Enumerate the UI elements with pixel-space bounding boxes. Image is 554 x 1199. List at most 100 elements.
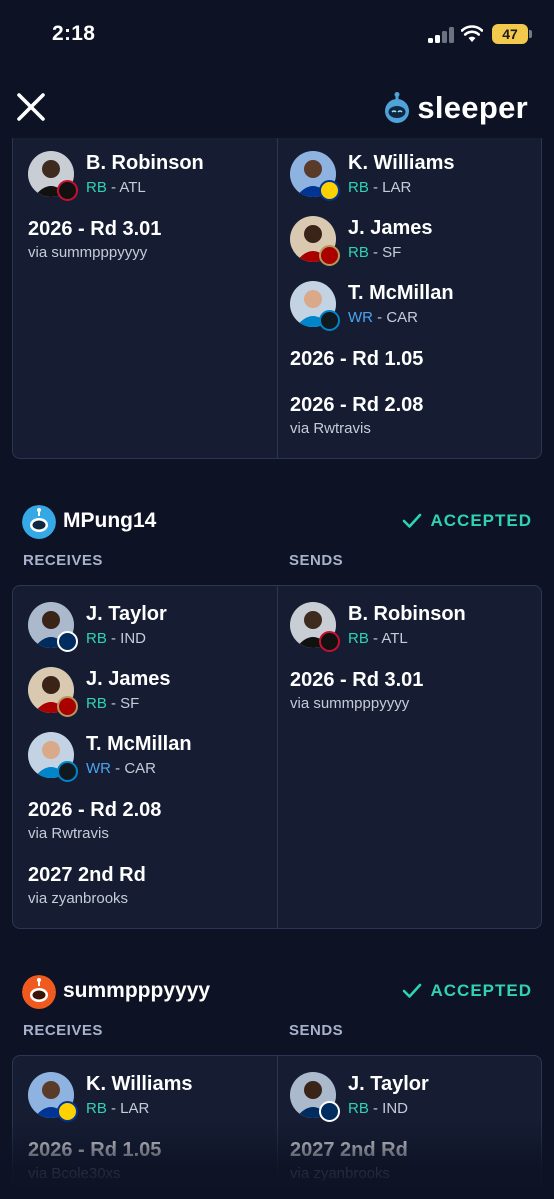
player-position: RB (86, 1100, 107, 1117)
logo-text: sleeper (417, 90, 528, 125)
pick-via: via zyanbrooks (290, 1165, 391, 1182)
team-header: MPung14 ACCEPTED (22, 504, 532, 540)
panthers-team-icon (319, 310, 340, 331)
falcons-team-icon (319, 631, 340, 652)
player-name: K. Williams (348, 152, 455, 174)
team-avatar[interactable] (22, 975, 56, 1009)
player-position: RB (348, 1100, 369, 1117)
player-team: - LAR (368, 179, 412, 196)
rams-team-icon (319, 180, 340, 201)
player-name: K. Williams (86, 1073, 193, 1095)
pick-via: via summpppyyyy (290, 695, 410, 712)
panthers-team-icon (57, 761, 78, 782)
column-divider (277, 1056, 278, 1199)
pick-title: 2026 - Rd 3.01 (28, 218, 162, 240)
player-row[interactable]: T. McMillan WR - CAR (290, 281, 530, 333)
player-name: T. McMillan (348, 282, 454, 304)
player-name: J. Taylor (348, 1073, 429, 1095)
player-team: - ATL (368, 630, 408, 647)
player-meta: RB - ATL (86, 179, 146, 196)
player-row[interactable]: K. Williams RB - LAR (290, 151, 530, 203)
sleeper-mascot-icon (385, 92, 410, 123)
player-name: J. James (86, 668, 171, 690)
player-row[interactable]: B. Robinson RB - ATL (290, 602, 530, 654)
player-meta: RB - IND (348, 1100, 408, 1117)
team-avatar[interactable] (22, 505, 56, 539)
player-position: RB (348, 244, 369, 261)
player-meta: RB - ATL (348, 630, 408, 647)
receives-header: RECEIVES (23, 1022, 103, 1039)
sleeper-logo: sleeper (383, 88, 528, 128)
accepted-status: ACCEPTED (402, 511, 532, 531)
player-team: - IND (368, 1100, 409, 1117)
player-team: - SF (368, 244, 402, 261)
player-position: RB (86, 695, 107, 712)
player-meta: RB - LAR (348, 179, 411, 196)
status-label: ACCEPTED (430, 511, 532, 530)
falcons-team-icon (57, 180, 78, 201)
player-row[interactable]: B. Robinson RB - ATL (28, 151, 268, 203)
player-meta: RB - SF (348, 244, 401, 261)
player-row[interactable]: J. James RB - SF (28, 667, 268, 719)
player-name: T. McMillan (86, 733, 192, 755)
sends-header: SENDS (289, 552, 344, 569)
colts-team-icon (57, 631, 78, 652)
player-position: RB (348, 179, 369, 196)
battery-indicator: 47 (492, 24, 532, 44)
pick-title: 2026 - Rd 2.08 (290, 394, 424, 416)
trade-card: J. Taylor RB - IND J. James RB - SF T. M… (12, 585, 542, 929)
49ers-team-icon (319, 245, 340, 266)
pick-title: 2026 - Rd 2.08 (28, 799, 162, 821)
draft-pick: 2027 2nd Rd via zyanbrooks (28, 864, 268, 907)
player-position: RB (348, 630, 369, 647)
player-name: J. James (348, 217, 433, 239)
status-bar: 2:18 47 (0, 0, 554, 72)
player-meta: WR - CAR (348, 309, 418, 326)
player-row[interactable]: T. McMillan WR - CAR (28, 732, 268, 784)
player-position: WR (348, 309, 373, 326)
player-name: B. Robinson (86, 152, 204, 174)
colts-team-icon (319, 1101, 340, 1122)
player-row[interactable]: J. Taylor RB - IND (290, 1072, 530, 1124)
pick-title: 2026 - Rd 1.05 (28, 1139, 162, 1161)
pick-via: via Rwtravis (28, 825, 109, 842)
pick-via: via zyanbrooks (28, 890, 129, 907)
player-team: - SF (106, 695, 140, 712)
pick-title: 2026 - Rd 3.01 (290, 669, 424, 691)
player-team: - CAR (111, 760, 156, 777)
player-team: - CAR (373, 309, 418, 326)
draft-pick: 2027 2nd Rd via zyanbrooks (290, 1139, 530, 1182)
player-team: - LAR (106, 1100, 150, 1117)
column-divider (277, 586, 278, 928)
status-label: ACCEPTED (430, 981, 532, 1000)
player-row[interactable]: J. James RB - SF (290, 216, 530, 268)
player-position: RB (86, 630, 107, 647)
player-position: RB (86, 179, 107, 196)
checkmark-icon (403, 513, 422, 528)
49ers-team-icon (57, 696, 78, 717)
pick-via: via Rwtravis (290, 420, 371, 437)
receives-header: RECEIVES (23, 552, 103, 569)
pick-title: 2026 - Rd 1.05 (290, 348, 424, 370)
player-row[interactable]: J. Taylor RB - IND (28, 602, 268, 654)
player-row[interactable]: K. Williams RB - LAR (28, 1072, 268, 1124)
checkmark-icon (403, 983, 422, 998)
player-meta: RB - IND (86, 630, 146, 647)
pick-title: 2027 2nd Rd (28, 864, 146, 886)
player-name: J. Taylor (86, 603, 167, 625)
player-meta: WR - CAR (86, 760, 156, 777)
column-divider (277, 138, 278, 458)
wifi-icon (461, 25, 483, 42)
team-header: summpppyyyy ACCEPTED (22, 974, 532, 1010)
pick-title: 2027 2nd Rd (290, 1139, 408, 1161)
accepted-status: ACCEPTED (402, 981, 532, 1001)
pick-via: via Bcole30xs (28, 1165, 121, 1182)
player-name: B. Robinson (348, 603, 466, 625)
player-team: - ATL (106, 179, 146, 196)
status-time: 2:18 (52, 22, 96, 45)
player-meta: RB - SF (86, 695, 139, 712)
trade-card: K. Williams RB - LAR 2026 - Rd 1.05 via … (12, 1055, 542, 1199)
close-icon[interactable] (14, 90, 48, 124)
team-name: MPung14 (63, 509, 157, 532)
player-position: WR (86, 760, 111, 777)
